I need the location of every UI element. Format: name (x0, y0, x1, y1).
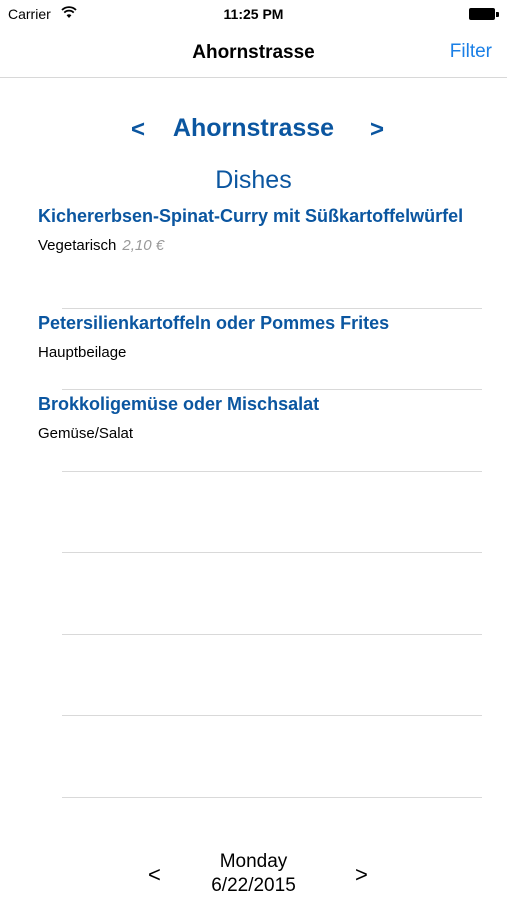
list-separator (62, 308, 482, 309)
dish-name: Kichererbsen-Spinat-Curry mit Süßkartoff… (38, 206, 464, 226)
dish-meta: Gemüse/Salat (38, 425, 478, 442)
status-time: 11:25 PM (223, 6, 284, 22)
dish-list-item[interactable]: Petersilienkartoffeln oder Pommes Frites… (38, 311, 478, 361)
status-bar: Carrier 11:25 PM (0, 0, 507, 28)
filter-button[interactable]: Filter (450, 41, 492, 63)
dish-category: Hauptbeilage (38, 344, 127, 361)
section-heading: Dishes (215, 166, 292, 194)
dish-category: Vegetarisch (38, 237, 117, 254)
date-label: 6/22/2015 (211, 875, 296, 896)
date-display: Monday 6/22/2015 (0, 850, 507, 898)
dish-name: Brokkoligemüse oder Mischsalat (38, 394, 320, 414)
dish-meta: Hauptbeilage (38, 344, 478, 361)
battery-icon (469, 8, 499, 20)
list-separator (62, 797, 482, 798)
location-switcher: < Ahornstrasse > (0, 112, 507, 152)
list-separator (62, 715, 482, 716)
list-separator (62, 634, 482, 635)
dish-meta: Vegetarisch 2,10 € (38, 237, 478, 254)
dish-category: Gemüse/Salat (38, 425, 134, 442)
app-screen: Carrier 11:25 PM Ahornstrasse Filter < A… (0, 0, 507, 900)
navigation-bar: Ahornstrasse Filter (0, 28, 507, 78)
nav-title: Ahornstrasse (192, 42, 315, 63)
dish-list-item[interactable]: Brokkoligemüse oder Mischsalat Gemüse/Sa… (38, 392, 478, 442)
next-day-button[interactable]: > (355, 862, 368, 888)
list-separator (62, 552, 482, 553)
dish-name: Petersilienkartoffeln oder Pommes Frites (38, 313, 390, 333)
list-separator (62, 389, 482, 390)
next-location-button[interactable]: > (370, 116, 384, 144)
dish-price: 2,10 € (122, 237, 165, 254)
location-name: Ahornstrasse (172, 114, 335, 142)
date-switcher: < Monday 6/22/2015 > (0, 848, 507, 898)
dish-list-item[interactable]: Kichererbsen-Spinat-Curry mit Süßkartoff… (38, 204, 478, 254)
weekday-label: Monday (219, 851, 288, 872)
list-separator (62, 471, 482, 472)
